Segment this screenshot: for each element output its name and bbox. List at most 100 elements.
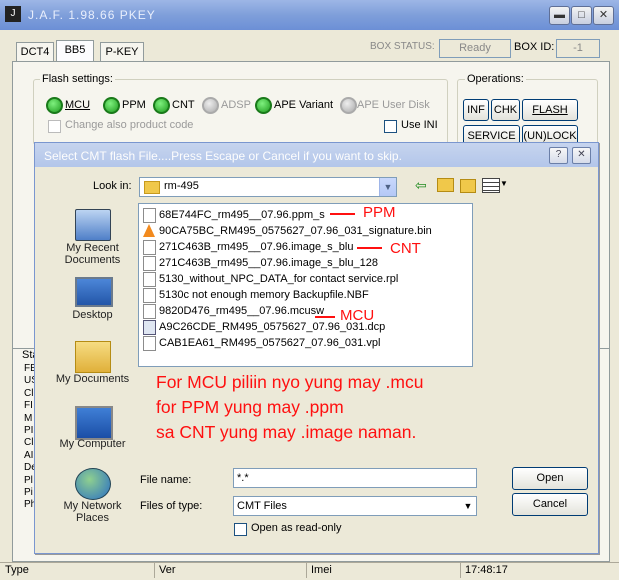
minimize-button[interactable]: ▬ bbox=[549, 6, 570, 25]
file-name: 5130_without_NPC_DATA_for contact servic… bbox=[159, 273, 399, 285]
my-documents-icon bbox=[75, 341, 111, 373]
chevron-down-icon[interactable]: ▼ bbox=[379, 178, 396, 196]
open-button[interactable]: Open bbox=[512, 467, 588, 490]
statusbar-imei: Imei bbox=[306, 563, 459, 578]
files-of-type-label: Files of type: bbox=[140, 500, 203, 512]
change-product-code-label: Change also product code bbox=[65, 119, 194, 131]
folder-icon bbox=[144, 181, 160, 194]
look-in-label: Look in: bbox=[93, 180, 132, 192]
flash-option-label: APE User Disk bbox=[357, 99, 430, 111]
flash-settings-group bbox=[33, 79, 448, 145]
place-label: My Documents bbox=[55, 373, 130, 385]
file-name-label: File name: bbox=[140, 474, 192, 486]
statusbar-type: Type bbox=[5, 564, 29, 576]
ape-user-disk-led-icon bbox=[340, 97, 357, 114]
flash-button[interactable]: FLASH bbox=[522, 99, 578, 121]
file-name: 5130c not enough memory Backupfile.NBF bbox=[159, 289, 369, 301]
file-icon bbox=[143, 288, 156, 303]
view-menu-icon[interactable] bbox=[482, 178, 500, 193]
ppm-led-icon bbox=[103, 97, 120, 114]
chk-button[interactable]: CHK bbox=[491, 99, 520, 121]
mcu-led-icon bbox=[46, 97, 63, 114]
file-list: 68E744FC_rm495__07.96.ppm_s 90CA75BC_RM4… bbox=[138, 203, 473, 367]
tab-bb5[interactable]: BB5 bbox=[56, 40, 94, 62]
file-icon bbox=[143, 208, 156, 223]
open-file-dialog: Select CMT flash File....Press Escape or… bbox=[34, 142, 599, 554]
ape-variant-led-icon bbox=[255, 97, 272, 114]
main-title-bar[interactable]: J J.A.F. 1.98.66 PKEY ▬ □ ✕ bbox=[0, 0, 619, 30]
annotation-arrow-ppm bbox=[330, 213, 355, 215]
annotation-arrow-mcu bbox=[315, 316, 335, 318]
dcp-file-icon bbox=[143, 320, 156, 335]
files-of-type-dropdown[interactable]: CMT Files ▼ bbox=[233, 496, 477, 516]
file-name-input[interactable]: *.* bbox=[233, 468, 477, 488]
files-of-type-value: CMT Files bbox=[237, 500, 287, 512]
flash-option-label: ADSP bbox=[221, 99, 251, 111]
file-name: 271C463B_rm495__07.96.image_s_blu_128 bbox=[159, 257, 378, 269]
file-name: 271C463B_rm495__07.96.image_s_blu bbox=[159, 241, 354, 253]
inf-button[interactable]: INF bbox=[463, 99, 489, 121]
maximize-button[interactable]: □ bbox=[571, 6, 592, 25]
box-status-value: Ready bbox=[439, 39, 511, 58]
cancel-button[interactable]: Cancel bbox=[512, 493, 588, 516]
box-status-label: BOX STATUS: bbox=[370, 41, 435, 52]
file-icon bbox=[143, 240, 156, 255]
desktop-icon bbox=[75, 277, 113, 307]
my-computer-icon bbox=[75, 406, 113, 440]
file-icon bbox=[143, 272, 156, 287]
file-name: CAB1EA61_RM495_0575627_07.96_031.vpl bbox=[159, 337, 381, 349]
app-icon: J bbox=[5, 6, 21, 22]
annotation-ppm: PPM bbox=[363, 204, 396, 221]
back-icon[interactable]: ⇦ bbox=[415, 177, 427, 194]
look-in-value: rm-495 bbox=[164, 180, 199, 192]
use-ini-checkbox[interactable] bbox=[384, 120, 397, 133]
instruction-line: sa CNT yung may .image naman. bbox=[156, 422, 417, 442]
bin-file-icon bbox=[143, 224, 155, 237]
file-icon bbox=[143, 336, 156, 351]
chevron-down-icon[interactable]: ▼ bbox=[460, 497, 476, 515]
look-in-dropdown[interactable]: rm-495 ▼ bbox=[139, 177, 397, 197]
file-icon bbox=[143, 304, 156, 319]
instruction-line: for PPM yung may .ppm bbox=[156, 397, 344, 417]
statusbar-time: 17:48:17 bbox=[460, 563, 545, 578]
box-id-label: BOX ID: bbox=[514, 41, 555, 53]
adsp-led-icon bbox=[202, 97, 219, 114]
file-name: 68E744FC_rm495__07.96.ppm_s bbox=[159, 209, 325, 221]
open-readonly-label: Open as read-only bbox=[251, 522, 342, 534]
instruction-line: For MCU piliin nyo yung may .mcu bbox=[156, 372, 424, 392]
file-name: 9820D476_rm495__07.96.mcusw bbox=[159, 305, 325, 317]
places-bar: My Recent Documents Desktop My Documents… bbox=[49, 201, 136, 526]
change-product-code-checkbox[interactable] bbox=[48, 120, 61, 133]
box-id-value: -1 bbox=[556, 39, 600, 58]
place-label: My Recent Documents bbox=[64, 242, 121, 266]
flash-option-label: APE Variant bbox=[274, 99, 334, 111]
new-folder-icon[interactable] bbox=[460, 179, 476, 193]
place-label: My Computer bbox=[59, 438, 126, 450]
flash-option-label: CNT bbox=[172, 99, 195, 111]
up-folder-icon[interactable] bbox=[437, 178, 454, 192]
file-name: 90CA75BC_RM495_0575627_07.96_031_signatu… bbox=[159, 225, 432, 237]
operations-label: Operations: bbox=[465, 73, 526, 85]
open-readonly-checkbox[interactable] bbox=[234, 523, 247, 536]
network-globe-icon bbox=[75, 468, 111, 500]
file-icon bbox=[143, 256, 156, 271]
annotation-instructions: For MCU piliin nyo yung may .mcu for PPM… bbox=[156, 370, 423, 445]
dialog-close-button[interactable]: ✕ bbox=[572, 147, 591, 164]
flash-option-label: PPM bbox=[122, 99, 146, 111]
flash-option-label: MCU bbox=[65, 99, 91, 111]
help-button[interactable]: ? bbox=[549, 147, 568, 164]
recent-documents-icon bbox=[75, 209, 111, 241]
tab-dct4[interactable]: DCT4 bbox=[16, 42, 54, 61]
dialog-title-bar[interactable]: Select CMT flash File....Press Escape or… bbox=[35, 143, 598, 167]
cnt-led-icon bbox=[153, 97, 170, 114]
use-ini-label: Use INI bbox=[401, 119, 438, 131]
statusbar-ver: Ver bbox=[154, 563, 307, 578]
view-chevron-icon[interactable]: ▼ bbox=[500, 179, 508, 188]
annotation-cnt: CNT bbox=[390, 240, 421, 257]
close-button[interactable]: ✕ bbox=[593, 6, 614, 25]
annotation-arrow-cnt bbox=[357, 247, 382, 249]
place-label: My Network Places bbox=[63, 500, 122, 524]
place-label: Desktop bbox=[72, 309, 113, 321]
flash-settings-label: Flash settings: bbox=[40, 73, 115, 85]
tab-pkey[interactable]: P-KEY bbox=[100, 42, 144, 61]
